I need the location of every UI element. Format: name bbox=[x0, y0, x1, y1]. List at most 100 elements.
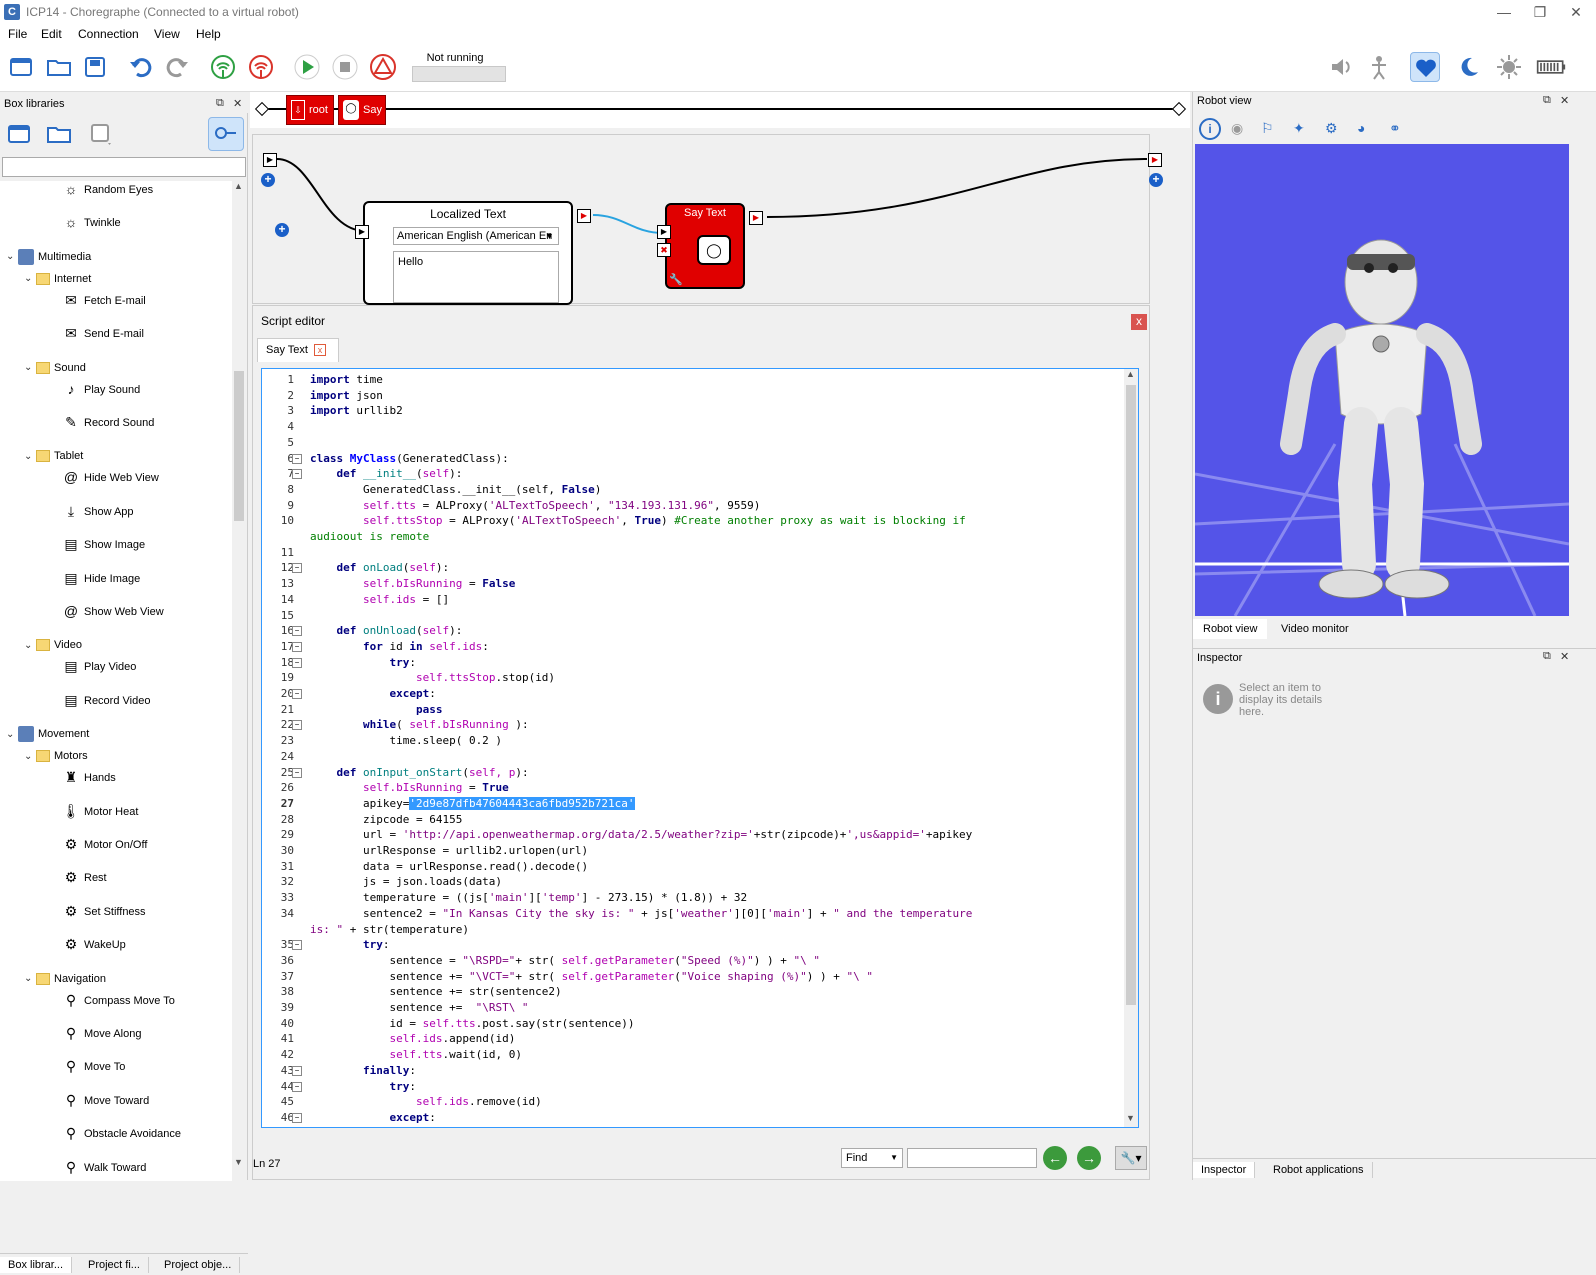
library-item-show-web-view[interactable]: @ Show Web View bbox=[62, 603, 164, 621]
robot-3d-view[interactable] bbox=[1195, 144, 1569, 616]
fold-toggle-icon[interactable]: − bbox=[292, 720, 302, 731]
new-library-icon[interactable] bbox=[4, 119, 34, 149]
view-zoom-icon[interactable]: ⚭ bbox=[1389, 120, 1401, 137]
wake-sun-icon[interactable] bbox=[1494, 52, 1524, 82]
sleep-moon-icon[interactable] bbox=[1454, 52, 1484, 82]
localized-text-field[interactable]: Hello bbox=[393, 251, 559, 303]
find-input[interactable] bbox=[907, 1148, 1037, 1168]
tab-robot-applications[interactable]: Robot applications bbox=[1265, 1162, 1373, 1178]
menu-connection[interactable]: Connection bbox=[78, 27, 139, 41]
find-next-button[interactable]: → bbox=[1077, 1146, 1101, 1170]
chevron-down-icon[interactable]: ▼ bbox=[545, 231, 554, 241]
tab-video-monitor[interactable]: Video monitor bbox=[1271, 619, 1359, 639]
chevron-down-icon[interactable]: ⌄ bbox=[24, 640, 36, 651]
say-text-input-onstart[interactable]: ▶ bbox=[657, 225, 671, 239]
info-icon[interactable]: i bbox=[1199, 118, 1221, 140]
behavior-input-onstart[interactable]: ▶ bbox=[263, 153, 277, 167]
redo-icon[interactable] bbox=[162, 52, 192, 82]
library-item-move-toward[interactable]: ⚲ Move Toward bbox=[62, 1092, 149, 1110]
close-panel-icon[interactable]: ✕ bbox=[1560, 94, 1569, 107]
library-item-play-video[interactable]: ▤ Play Video bbox=[62, 658, 136, 676]
scroll-up-icon[interactable]: ▲ bbox=[234, 181, 243, 191]
code-text[interactable]: import time import json import urllib2 clas… bbox=[306, 369, 1124, 1127]
library-search-input[interactable] bbox=[2, 157, 246, 177]
fold-toggle-icon[interactable]: − bbox=[292, 1065, 302, 1076]
open-project-icon[interactable] bbox=[44, 52, 74, 82]
library-item-rest[interactable]: ⚙ Rest bbox=[62, 869, 107, 887]
view-sparkle-icon[interactable]: ✦ bbox=[1293, 120, 1305, 137]
library-item-motor-heat[interactable]: 🌡 Motor Heat bbox=[62, 803, 138, 821]
library-scroll-thumb[interactable] bbox=[234, 371, 244, 521]
library-item-set-stiffness[interactable]: ⚙ Set Stiffness bbox=[62, 903, 146, 921]
wrench-icon[interactable]: 🔧 bbox=[669, 273, 683, 286]
float-panel-icon[interactable]: ⧉ bbox=[1543, 94, 1551, 107]
connect-icon[interactable] bbox=[208, 52, 238, 82]
add-input-icon[interactable]: + bbox=[261, 173, 275, 187]
menu-edit[interactable]: Edit bbox=[41, 27, 62, 41]
library-menu-icon[interactable] bbox=[86, 119, 116, 149]
find-mode-select[interactable]: Find ▼ bbox=[841, 1148, 903, 1168]
fold-toggle-icon[interactable]: − bbox=[292, 940, 302, 951]
tab-project-files[interactable]: Project fi... bbox=[80, 1257, 149, 1273]
fold-toggle-icon[interactable]: − bbox=[292, 689, 302, 699]
menu-file[interactable]: File bbox=[8, 27, 27, 41]
library-item-multimedia[interactable]: ⌄ Multimedia bbox=[6, 248, 91, 266]
fold-toggle-icon[interactable]: − bbox=[292, 1081, 302, 1092]
library-item-motor-on-off[interactable]: ⚙ Motor On/Off bbox=[62, 836, 148, 854]
library-item-compass-move-to[interactable]: ⚲ Compass Move To bbox=[62, 992, 175, 1010]
library-item-motors[interactable]: ⌄ Motors bbox=[24, 747, 88, 765]
new-project-icon[interactable] bbox=[6, 52, 36, 82]
library-item-record-video[interactable]: ▤ Record Video bbox=[62, 692, 150, 710]
view-dome-icon[interactable]: ◕ bbox=[1357, 120, 1365, 136]
library-item-send-e-mail[interactable]: ✉ Send E-mail bbox=[62, 325, 144, 343]
tab-say-text[interactable]: Say Text x bbox=[257, 338, 339, 362]
fold-toggle-icon[interactable]: − bbox=[292, 563, 302, 574]
library-item-hide-web-view[interactable]: @ Hide Web View bbox=[62, 469, 159, 487]
scroll-down-icon[interactable]: ▼ bbox=[1126, 1113, 1135, 1123]
library-item-tablet[interactable]: ⌄ Tablet bbox=[24, 447, 83, 465]
fold-toggle-icon[interactable]: − bbox=[292, 1112, 302, 1123]
fold-toggle-icon[interactable]: − bbox=[292, 767, 302, 778]
localized-text-input[interactable]: ▶ bbox=[355, 225, 369, 239]
library-item-hide-image[interactable]: ▤ Hide Image bbox=[62, 570, 140, 588]
breadcrumb-root[interactable]: ⇩ root bbox=[286, 95, 334, 125]
stop-icon[interactable] bbox=[330, 52, 360, 82]
chevron-down-icon[interactable]: ⌄ bbox=[6, 729, 18, 740]
find-previous-button[interactable]: ← bbox=[1043, 1146, 1067, 1170]
library-item-play-sound[interactable]: ♪ Play Sound bbox=[62, 381, 141, 399]
library-item-hands[interactable]: ♜ Hands bbox=[62, 769, 116, 787]
float-panel-icon[interactable]: ⧉ bbox=[216, 97, 224, 110]
warning-icon[interactable] bbox=[368, 52, 398, 82]
say-text-input-onstop[interactable]: ✖ bbox=[657, 243, 671, 257]
close-editor-button[interactable]: x bbox=[1131, 314, 1147, 330]
add-output-icon[interactable]: + bbox=[1149, 173, 1163, 187]
say-text-box[interactable]: Say Text ◯ ▶ ✖ ▶ 🔧 bbox=[657, 203, 763, 289]
code-scrollbar[interactable]: ▲ ▼ bbox=[1124, 369, 1138, 1127]
behavior-output-onstopped[interactable]: ▶ bbox=[1148, 153, 1162, 167]
close-panel-icon[interactable]: ✕ bbox=[1560, 650, 1569, 663]
library-item-random-eyes[interactable]: ☼ Random Eyes bbox=[62, 181, 154, 199]
scroll-up-icon[interactable]: ▲ bbox=[1126, 369, 1135, 379]
volume-icon[interactable] bbox=[1326, 52, 1356, 82]
tab-box-libraries[interactable]: Box librar... bbox=[0, 1257, 73, 1273]
disconnect-icon[interactable] bbox=[246, 52, 276, 82]
minimize-button[interactable]: — bbox=[1484, 2, 1524, 22]
tab-inspector[interactable]: Inspector bbox=[1193, 1162, 1256, 1178]
autonomous-life-icon[interactable] bbox=[1410, 52, 1440, 82]
camera-icon[interactable]: ◉ bbox=[1231, 120, 1243, 137]
library-item-walk-toward[interactable]: ⚲ Walk Toward bbox=[62, 1159, 147, 1177]
code-editor[interactable]: 1 2 3 4 5 6−7−8 9 10 11 12−13 14 15 16−17−18−19 20−21… bbox=[261, 368, 1139, 1128]
fold-toggle-icon[interactable]: − bbox=[292, 641, 302, 652]
close-tab-icon[interactable]: x bbox=[314, 344, 326, 356]
flow-scrollbar[interactable] bbox=[1172, 134, 1186, 1154]
chevron-down-icon[interactable]: ⌄ bbox=[24, 451, 36, 462]
breadcrumb-say[interactable]: ◯ Say bbox=[338, 95, 386, 125]
maximize-button[interactable]: ❐ bbox=[1520, 2, 1560, 22]
save-project-icon[interactable] bbox=[80, 52, 110, 82]
add-input-icon-2[interactable]: + bbox=[275, 223, 289, 237]
open-library-icon[interactable] bbox=[44, 119, 74, 149]
close-panel-icon[interactable]: ✕ bbox=[233, 97, 242, 110]
chevron-down-icon[interactable]: ⌄ bbox=[6, 251, 18, 262]
posture-icon[interactable] bbox=[1364, 52, 1394, 82]
localized-text-output[interactable]: ▶ bbox=[577, 209, 591, 223]
